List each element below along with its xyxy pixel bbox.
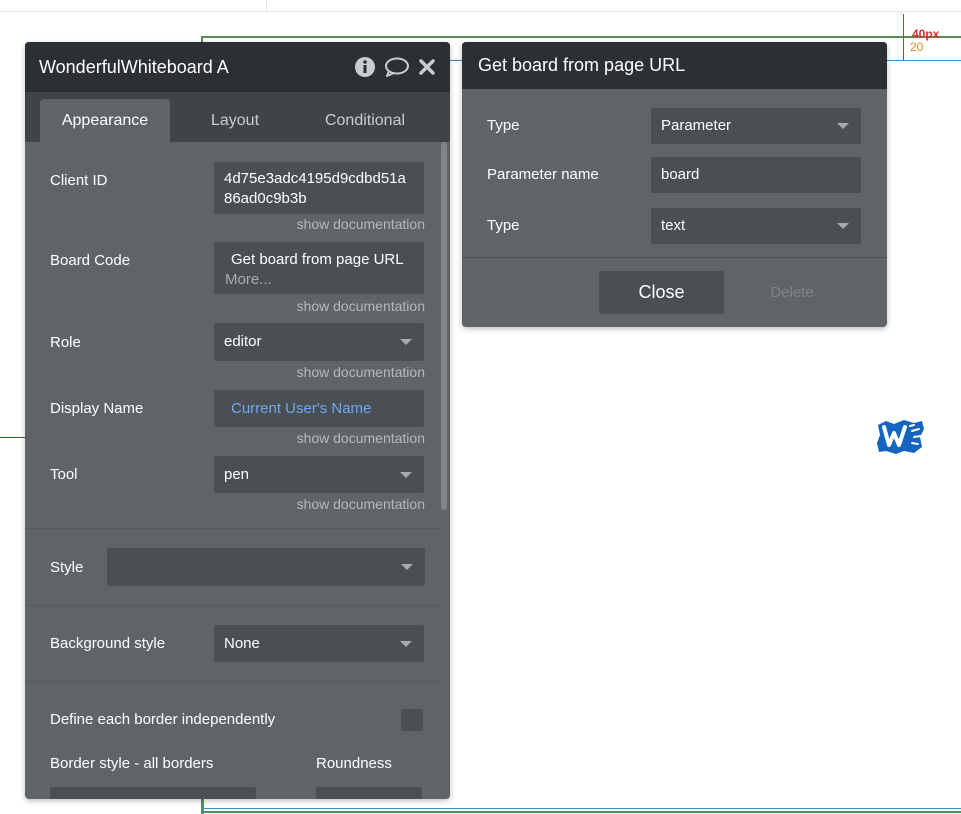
- background-style-label: Background style: [50, 635, 166, 652]
- dialog-header[interactable]: Get board from page URL: [462, 42, 887, 89]
- panel-title: WonderfulWhiteboard A: [39, 56, 229, 77]
- tab-appearance[interactable]: Appearance: [40, 99, 170, 142]
- dialog-divider: [462, 257, 887, 258]
- client-id-label: Client ID: [50, 172, 108, 189]
- ruler-label-20: 20: [910, 40, 924, 54]
- client-id-input[interactable]: 4d75e3adc4195d9cdbd51a 86ad0c9b3b: [214, 162, 424, 214]
- border-style-dropdown[interactable]: [50, 787, 256, 799]
- type-value: Parameter: [661, 117, 732, 134]
- tool-value: pen: [224, 466, 250, 483]
- role-label: Role: [50, 334, 81, 351]
- define-border-checkbox[interactable]: [401, 709, 423, 731]
- canvas-top-edge: [0, 11, 961, 12]
- chevron-down-icon: [837, 223, 849, 229]
- type-value-2: text: [661, 217, 686, 234]
- board-code-label: Board Code: [50, 252, 131, 269]
- role-value: editor: [224, 333, 262, 350]
- roundness-label: Roundness: [316, 755, 392, 772]
- background-style-row: Background style None: [50, 625, 425, 665]
- chevron-down-icon: [400, 339, 412, 345]
- display-name-row: Display Name Current User's Name show do…: [50, 390, 425, 450]
- show-documentation-link[interactable]: show documentation: [297, 364, 425, 380]
- property-editor-panel: WonderfulWhiteboard A Appearance Layout …: [25, 42, 450, 799]
- type-row-2: Type text: [487, 208, 861, 244]
- delete-button[interactable]: Delete: [742, 271, 842, 314]
- type-dropdown-2[interactable]: text: [651, 208, 861, 244]
- close-icon[interactable]: [418, 58, 436, 76]
- board-code-expression[interactable]: Get board from page URL More...: [214, 242, 424, 294]
- section-divider: [25, 528, 440, 529]
- border-style-label: Border style - all borders: [50, 755, 214, 772]
- type-dropdown[interactable]: Parameter: [651, 108, 861, 144]
- parameter-name-value: board: [661, 166, 700, 183]
- ruler-marker: [903, 14, 904, 60]
- define-border-label: Define each border independently: [50, 711, 276, 728]
- tab-conditional[interactable]: Conditional: [300, 99, 430, 142]
- show-documentation-link[interactable]: show documentation: [297, 430, 425, 446]
- tool-dropdown[interactable]: pen: [214, 456, 424, 493]
- type-label-2: Type: [487, 217, 520, 234]
- border-style-row: Border style - all borders Roundness: [50, 754, 425, 799]
- role-row: Role editor show documentation: [50, 323, 425, 383]
- element-padding-bottom: [201, 808, 961, 809]
- board-code-row: Board Code Get board from page URL More.…: [50, 242, 425, 317]
- ruler-marker-left: [0, 437, 28, 438]
- display-name-expression[interactable]: Current User's Name: [214, 390, 424, 427]
- parameter-name-row: Parameter name board: [487, 157, 861, 193]
- background-style-dropdown[interactable]: None: [214, 625, 424, 662]
- style-dropdown[interactable]: [107, 548, 425, 586]
- display-name-label: Display Name: [50, 400, 144, 417]
- define-border-row: Define each border independently: [50, 708, 425, 738]
- chevron-down-icon: [400, 640, 412, 647]
- client-id-value-line2: 86ad0c9b3b: [224, 190, 307, 207]
- panel-scrollbar[interactable]: [441, 142, 447, 510]
- canvas-tick: [266, 0, 267, 11]
- tool-row: Tool pen show documentation: [50, 456, 425, 516]
- board-code-more[interactable]: More...: [225, 271, 414, 289]
- dynamic-expression-dialog: Get board from page URL Type Parameter P…: [462, 42, 887, 327]
- show-documentation-link[interactable]: show documentation: [297, 216, 425, 232]
- tab-layout[interactable]: Layout: [170, 99, 300, 142]
- tool-label: Tool: [50, 466, 78, 483]
- close-button[interactable]: Close: [599, 271, 724, 314]
- parameter-name-label: Parameter name: [487, 166, 599, 183]
- tab-bar: Appearance Layout Conditional: [25, 92, 450, 142]
- section-divider: [25, 681, 440, 682]
- chevron-down-icon: [401, 564, 413, 570]
- type-label: Type: [487, 117, 520, 134]
- parameter-name-input[interactable]: board: [651, 157, 861, 193]
- section-divider: [25, 605, 440, 606]
- client-id-row: Client ID 4d75e3adc4195d9cdbd51a 86ad0c9…: [50, 162, 425, 232]
- chevron-down-icon: [400, 471, 412, 478]
- element-outline-top: [201, 36, 961, 38]
- display-name-value[interactable]: Current User's Name: [231, 400, 371, 417]
- show-documentation-link[interactable]: show documentation: [297, 298, 425, 314]
- style-label: Style: [50, 559, 84, 576]
- element-outline-bottom: [201, 811, 961, 813]
- info-icon[interactable]: [354, 56, 376, 78]
- roundness-input[interactable]: [316, 787, 422, 799]
- comment-icon[interactable]: [384, 56, 410, 78]
- client-id-value-line1: 4d75e3adc4195d9cdbd51a: [224, 170, 406, 187]
- dialog-title: Get board from page URL: [478, 55, 686, 75]
- chevron-down-icon: [837, 123, 849, 129]
- style-row: Style: [50, 548, 425, 588]
- ruler-label-40px: 40px: [912, 27, 940, 41]
- role-dropdown[interactable]: editor: [214, 323, 424, 361]
- panel-header[interactable]: WonderfulWhiteboard A: [25, 42, 450, 92]
- type-row: Type Parameter: [487, 108, 861, 144]
- background-style-value: None: [224, 635, 260, 652]
- wonderful-whiteboard-logo-icon[interactable]: [874, 415, 926, 457]
- board-code-value[interactable]: Get board from page URL: [231, 251, 414, 269]
- show-documentation-link[interactable]: show documentation: [297, 496, 425, 512]
